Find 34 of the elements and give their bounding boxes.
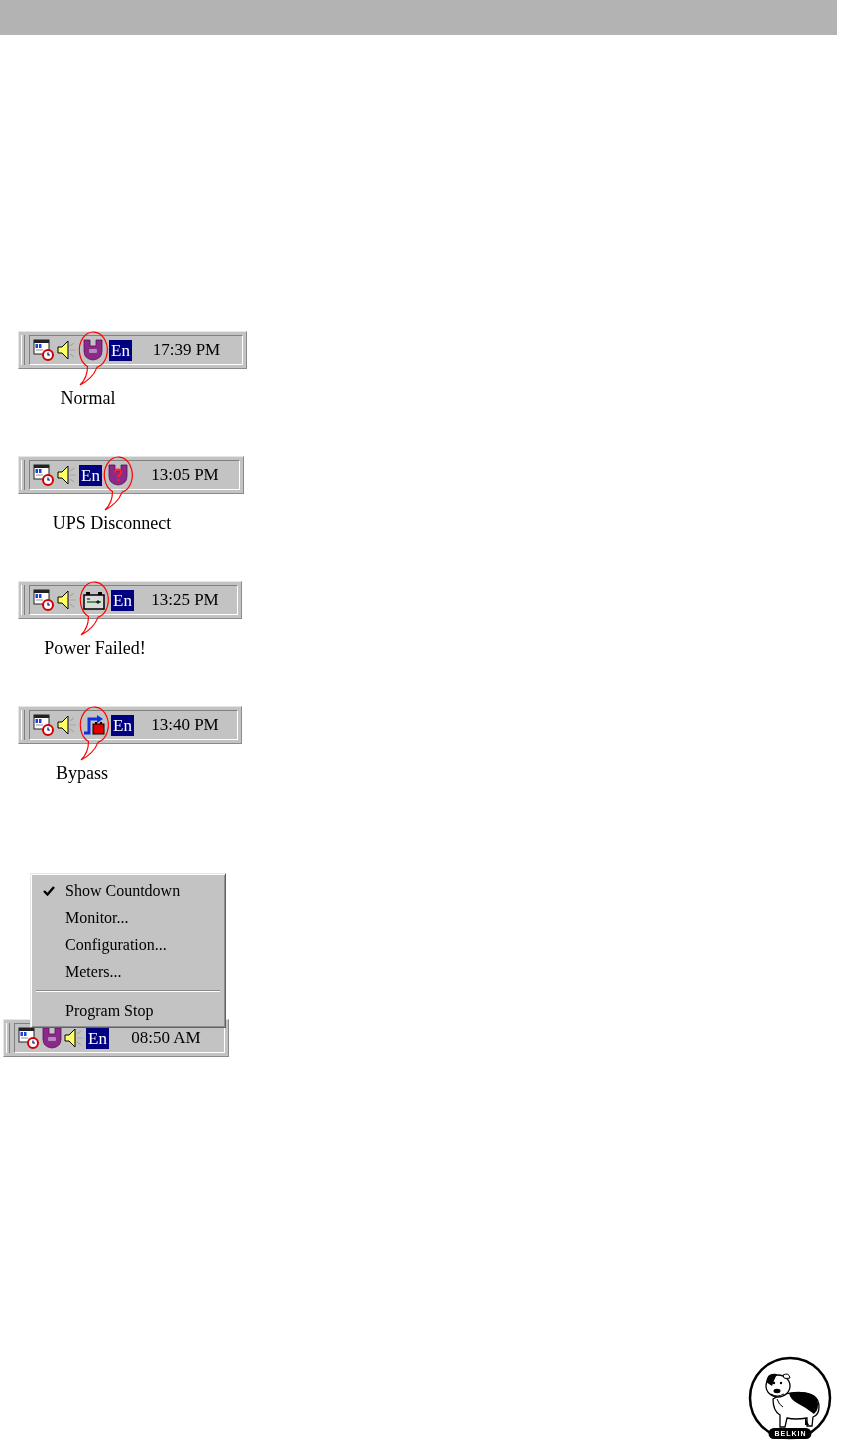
speaker-icon[interactable] (57, 714, 77, 736)
speaker-icon[interactable] (57, 339, 77, 361)
status-caption: UPS Disconnect (52, 513, 172, 533)
speaker-icon[interactable] (57, 464, 77, 486)
battery-icon[interactable] (83, 589, 105, 611)
language-indicator[interactable]: En (79, 464, 102, 486)
shield-icon[interactable] (83, 339, 103, 361)
status-caption: Power Failed! (44, 638, 146, 658)
clock-time[interactable]: 13:25 PM (151, 590, 219, 610)
menu-item[interactable]: Show Countdown (33, 877, 223, 904)
menu-item[interactable]: Configuration... (33, 931, 223, 958)
menu-item[interactable]: Program Stop (33, 997, 223, 1024)
language-indicator[interactable]: En (86, 1027, 109, 1049)
speaker-icon[interactable] (57, 589, 77, 611)
window-clock-icon[interactable] (33, 714, 55, 736)
menu-item[interactable]: Meters... (33, 958, 223, 985)
language-indicator[interactable]: En (111, 589, 134, 611)
clock-time[interactable]: 17:39 PM (152, 340, 221, 360)
clock-time[interactable]: 13:40 PM (151, 715, 219, 735)
menu-item[interactable]: Monitor... (33, 904, 223, 931)
arrow-battery-icon[interactable] (83, 714, 105, 736)
window-clock-icon[interactable] (33, 339, 55, 361)
status-caption: Bypass (56, 763, 108, 783)
clock-time[interactable]: 08:50 AM (131, 1028, 201, 1048)
window-clock-icon[interactable] (18, 1027, 40, 1049)
shield-question-icon[interactable] (107, 464, 128, 486)
clock-time[interactable]: 13:05 PM (151, 465, 219, 485)
window-clock-icon[interactable] (33, 464, 55, 486)
speaker-icon[interactable] (64, 1027, 84, 1049)
window-clock-icon[interactable] (33, 589, 55, 611)
shield-icon[interactable] (42, 1027, 62, 1049)
language-indicator[interactable]: En (111, 714, 134, 736)
status-caption: Normal (60, 388, 116, 408)
language-indicator[interactable]: En (109, 339, 132, 361)
